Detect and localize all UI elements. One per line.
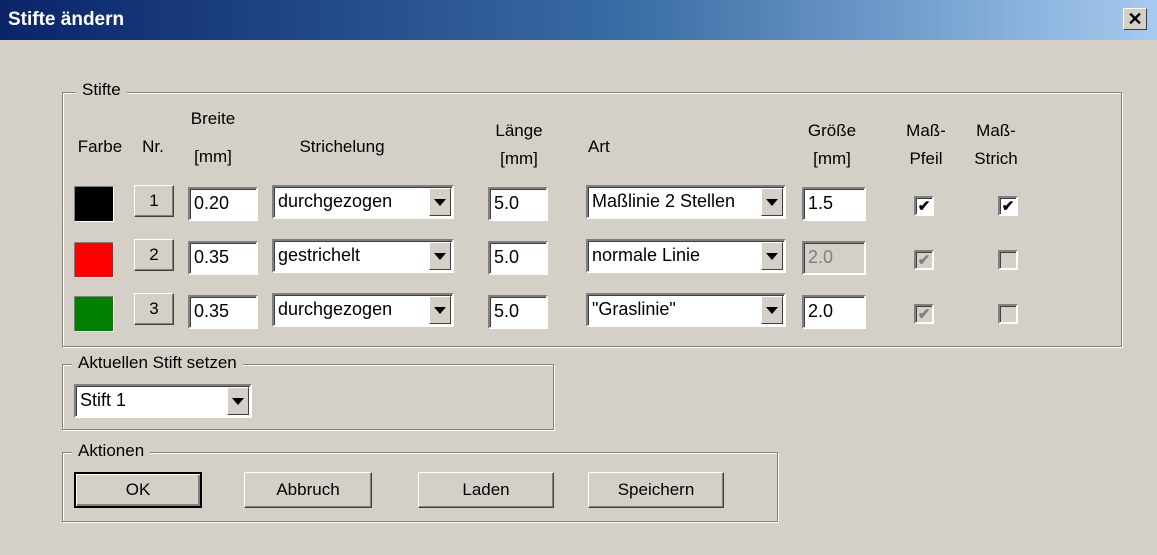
chevron-down-icon[interactable] — [227, 387, 249, 415]
cancel-button[interactable]: Abbruch — [244, 472, 372, 508]
dash-style-value: durchgezogen — [278, 299, 393, 319]
close-button[interactable]: ✕ — [1123, 8, 1147, 30]
header-strich-1: Maß- — [976, 121, 1016, 140]
chevron-down-icon[interactable] — [761, 188, 783, 216]
dim-arrow-checkbox: ✔ — [914, 304, 934, 324]
title-bar — [0, 0, 1157, 40]
line-type-value: Maßlinie 2 Stellen — [592, 191, 736, 211]
dim-arrow-checkbox: ✔ — [914, 250, 934, 270]
dim-arrow-checkbox[interactable]: ✔ — [914, 196, 934, 216]
header-laenge-2: [mm] — [500, 149, 538, 168]
dash-style-select[interactable]: durchgezogen — [272, 293, 454, 327]
pen-width-field[interactable]: 0.35 — [188, 295, 258, 329]
line-type-select[interactable]: Maßlinie 2 Stellen — [586, 185, 786, 219]
dash-length-field[interactable]: 5.0 — [488, 295, 548, 329]
chevron-down-icon[interactable] — [429, 296, 451, 324]
dim-tick-checkbox[interactable] — [998, 304, 1018, 324]
pens-group-legend: Stifte — [76, 80, 127, 100]
pen-color-swatch[interactable] — [74, 296, 114, 332]
actions-group-legend: Aktionen — [72, 441, 151, 461]
arrow-size-field[interactable]: 1.5 — [802, 187, 866, 221]
dash-length-field[interactable]: 5.0 — [488, 187, 548, 221]
header-art: Art — [588, 137, 610, 156]
pen-number-button[interactable]: 1 — [134, 185, 174, 217]
dash-style-select[interactable]: gestrichelt — [272, 239, 454, 273]
line-type-value: "Graslinie" — [592, 299, 676, 319]
check-icon: ✔ — [917, 251, 931, 269]
pen-width-field[interactable]: 0.20 — [188, 187, 258, 221]
chevron-down-icon[interactable] — [429, 242, 451, 270]
header-farbe: Farbe — [77, 137, 123, 156]
close-icon: ✕ — [1127, 9, 1143, 29]
arrow-size-field[interactable]: 2.0 — [802, 295, 866, 329]
header-breite-2: [mm] — [194, 147, 232, 166]
line-type-select[interactable]: "Graslinie" — [586, 293, 786, 327]
current-pen-group-legend: Aktuellen Stift setzen — [72, 353, 243, 373]
check-icon: ✔ — [1001, 197, 1015, 215]
check-icon: ✔ — [917, 305, 931, 323]
ok-button[interactable]: OK — [74, 472, 202, 508]
chevron-down-icon[interactable] — [761, 296, 783, 324]
dim-tick-checkbox[interactable] — [998, 250, 1018, 270]
chevron-down-icon[interactable] — [761, 242, 783, 270]
dash-style-select[interactable]: durchgezogen — [272, 185, 454, 219]
header-groesse-1: Größe — [807, 121, 857, 140]
header-breite-1: Breite — [190, 109, 236, 128]
line-type-value: normale Linie — [592, 245, 701, 265]
pen-width-field[interactable]: 0.35 — [188, 241, 258, 275]
header-pfeil-1: Maß- — [906, 121, 946, 140]
dash-style-value: gestrichelt — [278, 245, 361, 265]
header-laenge-1: Länge — [495, 121, 543, 140]
current-pen-select[interactable]: Stift 1 — [74, 384, 252, 418]
dash-length-field[interactable]: 5.0 — [488, 241, 548, 275]
chevron-down-icon[interactable] — [429, 188, 451, 216]
dash-style-value: durchgezogen — [278, 191, 393, 211]
save-button[interactable]: Speichern — [588, 472, 724, 508]
current-pen-value: Stift 1 — [80, 390, 127, 410]
arrow-size-field: 2.0 — [802, 241, 866, 275]
pen-number-button[interactable]: 3 — [134, 293, 174, 325]
header-groesse-2: [mm] — [813, 149, 851, 168]
pen-color-swatch[interactable] — [74, 242, 114, 278]
pen-color-swatch[interactable] — [74, 186, 114, 222]
line-type-select[interactable]: normale Linie — [586, 239, 786, 273]
load-button[interactable]: Laden — [418, 472, 554, 508]
header-strich-2: Strich — [974, 149, 1018, 168]
check-icon: ✔ — [917, 197, 931, 215]
pen-number-button[interactable]: 2 — [134, 239, 174, 271]
dim-tick-checkbox[interactable]: ✔ — [998, 196, 1018, 216]
header-strichelung: Strichelung — [299, 137, 385, 156]
header-pfeil-2: Pfeil — [909, 149, 943, 168]
window-title: Stifte ändern — [8, 9, 125, 30]
header-nr: Nr. — [142, 137, 164, 156]
